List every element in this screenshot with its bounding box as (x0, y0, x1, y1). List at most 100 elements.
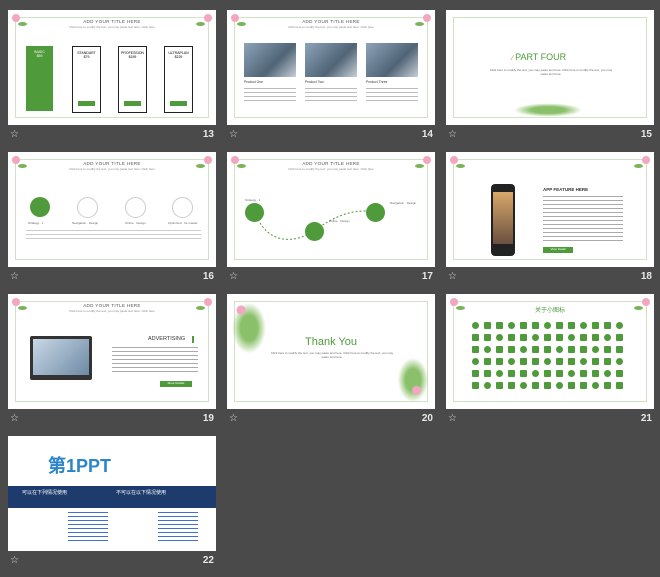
slide-number: 21 (640, 413, 652, 424)
pricing-card: STANDART $79 (72, 46, 101, 113)
pictogram-icon (472, 322, 479, 329)
step-label: Optimized · Ite master (168, 221, 198, 225)
slide-canvas: ADD YOUR TITLE HERE Click here to modify… (8, 10, 216, 125)
pictogram-icon (604, 346, 611, 353)
pictogram-icon (592, 370, 599, 377)
star-icon[interactable]: ☆ (448, 270, 457, 284)
slide-subtitle: Click here to modify the text, you may p… (69, 309, 155, 313)
star-icon[interactable]: ☆ (448, 412, 457, 426)
pricing-card: PROFESSION $159 (118, 46, 147, 113)
prohibited-usage-label: 不可以在以下情况使用 (116, 490, 167, 496)
slide-thumbnail-14[interactable]: ADD YOUR TITLE HERE Click here to modify… (227, 10, 435, 145)
thank-you-heading: Thank You (305, 336, 357, 348)
slide-thumbnail-17[interactable]: ADD YOUR TITLE HERE Click here to modify… (227, 152, 435, 287)
pictogram-icon (472, 370, 479, 377)
pictogram-icon (520, 370, 527, 377)
star-icon[interactable]: ☆ (10, 128, 19, 142)
pictogram-icon (580, 358, 587, 365)
pictogram-icon (520, 382, 527, 389)
slide-canvas: ADD YOUR TITLE HERE Click here to modify… (8, 294, 216, 409)
star-icon[interactable]: ☆ (229, 412, 238, 426)
pictogram-icon (496, 322, 503, 329)
pictogram-icon (496, 358, 503, 365)
slide-canvas: ADD YOUR TITLE HERE Click here to modify… (227, 10, 435, 125)
step-label: Strategy · 1 (28, 221, 44, 225)
pictogram-icon (592, 322, 599, 329)
section-title: ⁄ PART FOUR (512, 52, 567, 62)
slide-number: 16 (202, 271, 214, 282)
plan-price: $159 (128, 55, 137, 59)
slide-thumbnail-22[interactable]: 第1PPT 可以在下列情况使用 不可以在以下情况使用 ☆ 22 (8, 436, 216, 571)
pictogram-icon (484, 358, 491, 365)
star-icon[interactable]: ☆ (448, 128, 457, 142)
slide-subtitle: Click here to modify the text, you may p… (69, 25, 155, 29)
slide-subtitle: Click here to modify the text, you may p… (288, 25, 374, 29)
star-icon[interactable]: ☆ (10, 270, 19, 284)
flower-decoration-icon (395, 354, 431, 406)
pictogram-icon (508, 382, 515, 389)
slide-canvas: 第1PPT 可以在下列情况使用 不可以在以下情况使用 (8, 436, 216, 551)
pictogram-icon (556, 358, 563, 365)
pictogram-icon (520, 334, 527, 341)
pictogram-icon (580, 322, 587, 329)
pictogram-icon (592, 358, 599, 365)
slide-number: 20 (421, 413, 433, 424)
slide-thumbnail-18[interactable]: APP FEATURE HERE View Detail ☆ 18 (446, 152, 654, 287)
pictogram-icon (472, 334, 479, 341)
slide-thumbnail-20[interactable]: Thank You Click here to modify the text,… (227, 294, 435, 429)
product-name: Product One (244, 80, 264, 84)
slide-number: 15 (640, 129, 652, 140)
pictogram-icon (604, 370, 611, 377)
pictogram-icon (544, 370, 551, 377)
slide-thumbnail-13[interactable]: ADD YOUR TITLE HERE Click here to modify… (8, 10, 216, 145)
pictogram-icon (616, 358, 623, 365)
plan-price: $79 (83, 55, 90, 59)
pictogram-icon (508, 322, 515, 329)
slide-thumbnail-16[interactable]: ADD YOUR TITLE HERE Click here to modify… (8, 152, 216, 287)
brand-logo: 第1PPT (48, 456, 112, 476)
slide-thumbnail-15[interactable]: ⁄ PART FOUR Click here to modify the tex… (446, 10, 654, 145)
pictogram-icon (616, 322, 623, 329)
star-icon[interactable]: ☆ (10, 412, 19, 426)
pictogram-icon (484, 334, 491, 341)
star-icon[interactable]: ☆ (229, 270, 238, 284)
pictogram-icon (496, 382, 503, 389)
pictogram-icon (592, 334, 599, 341)
pictogram-icon (616, 382, 623, 389)
product-name: Product Three (366, 80, 388, 84)
flower-decoration-icon (229, 298, 269, 358)
advertising-heading: ADVERTISING (148, 336, 186, 342)
office-photo (305, 43, 357, 77)
star-icon[interactable]: ☆ (10, 554, 19, 568)
more-details-button: More Details (160, 381, 192, 387)
slide-number: 17 (421, 271, 433, 282)
slide-subtitle: Click here to modify the text, you may p… (69, 167, 155, 171)
flower-decoration-icon (508, 102, 588, 118)
pictogram-icon (484, 346, 491, 353)
pictogram-icon (532, 370, 539, 377)
slide-title: ADD YOUR TITLE HERE (83, 303, 141, 308)
slide-title: ADD YOUR TITLE HERE (83, 19, 141, 24)
pictogram-icon (616, 334, 623, 341)
pictogram-icon (544, 334, 551, 341)
slide-canvas: ⁄ PART FOUR Click here to modify the tex… (446, 10, 654, 125)
pictogram-icon (496, 334, 503, 341)
phone-mockup (491, 184, 515, 256)
slide-thumbnail-21[interactable]: 关于小图标 ☆ 21 (446, 294, 654, 429)
step-label: Online · Design (329, 219, 350, 223)
pictogram-icon (532, 358, 539, 365)
pictogram-icon (532, 346, 539, 353)
step-label: Strategy · 1 (245, 198, 261, 202)
star-icon[interactable]: ☆ (229, 128, 238, 142)
pricing-card: BASIC $59 (26, 46, 53, 111)
pictogram-icon (568, 370, 575, 377)
slide-thumbnail-19[interactable]: ADD YOUR TITLE HERE Click here to modify… (8, 294, 216, 429)
pictogram-icon (568, 346, 575, 353)
plan-price: $59 (36, 54, 43, 58)
pictogram-icon (544, 358, 551, 365)
icons-heading: 关于小图标 (534, 308, 565, 314)
pictogram-icon (568, 322, 575, 329)
pictogram-icon (556, 382, 563, 389)
pictogram-icon (508, 346, 515, 353)
pictogram-icon (472, 382, 479, 389)
